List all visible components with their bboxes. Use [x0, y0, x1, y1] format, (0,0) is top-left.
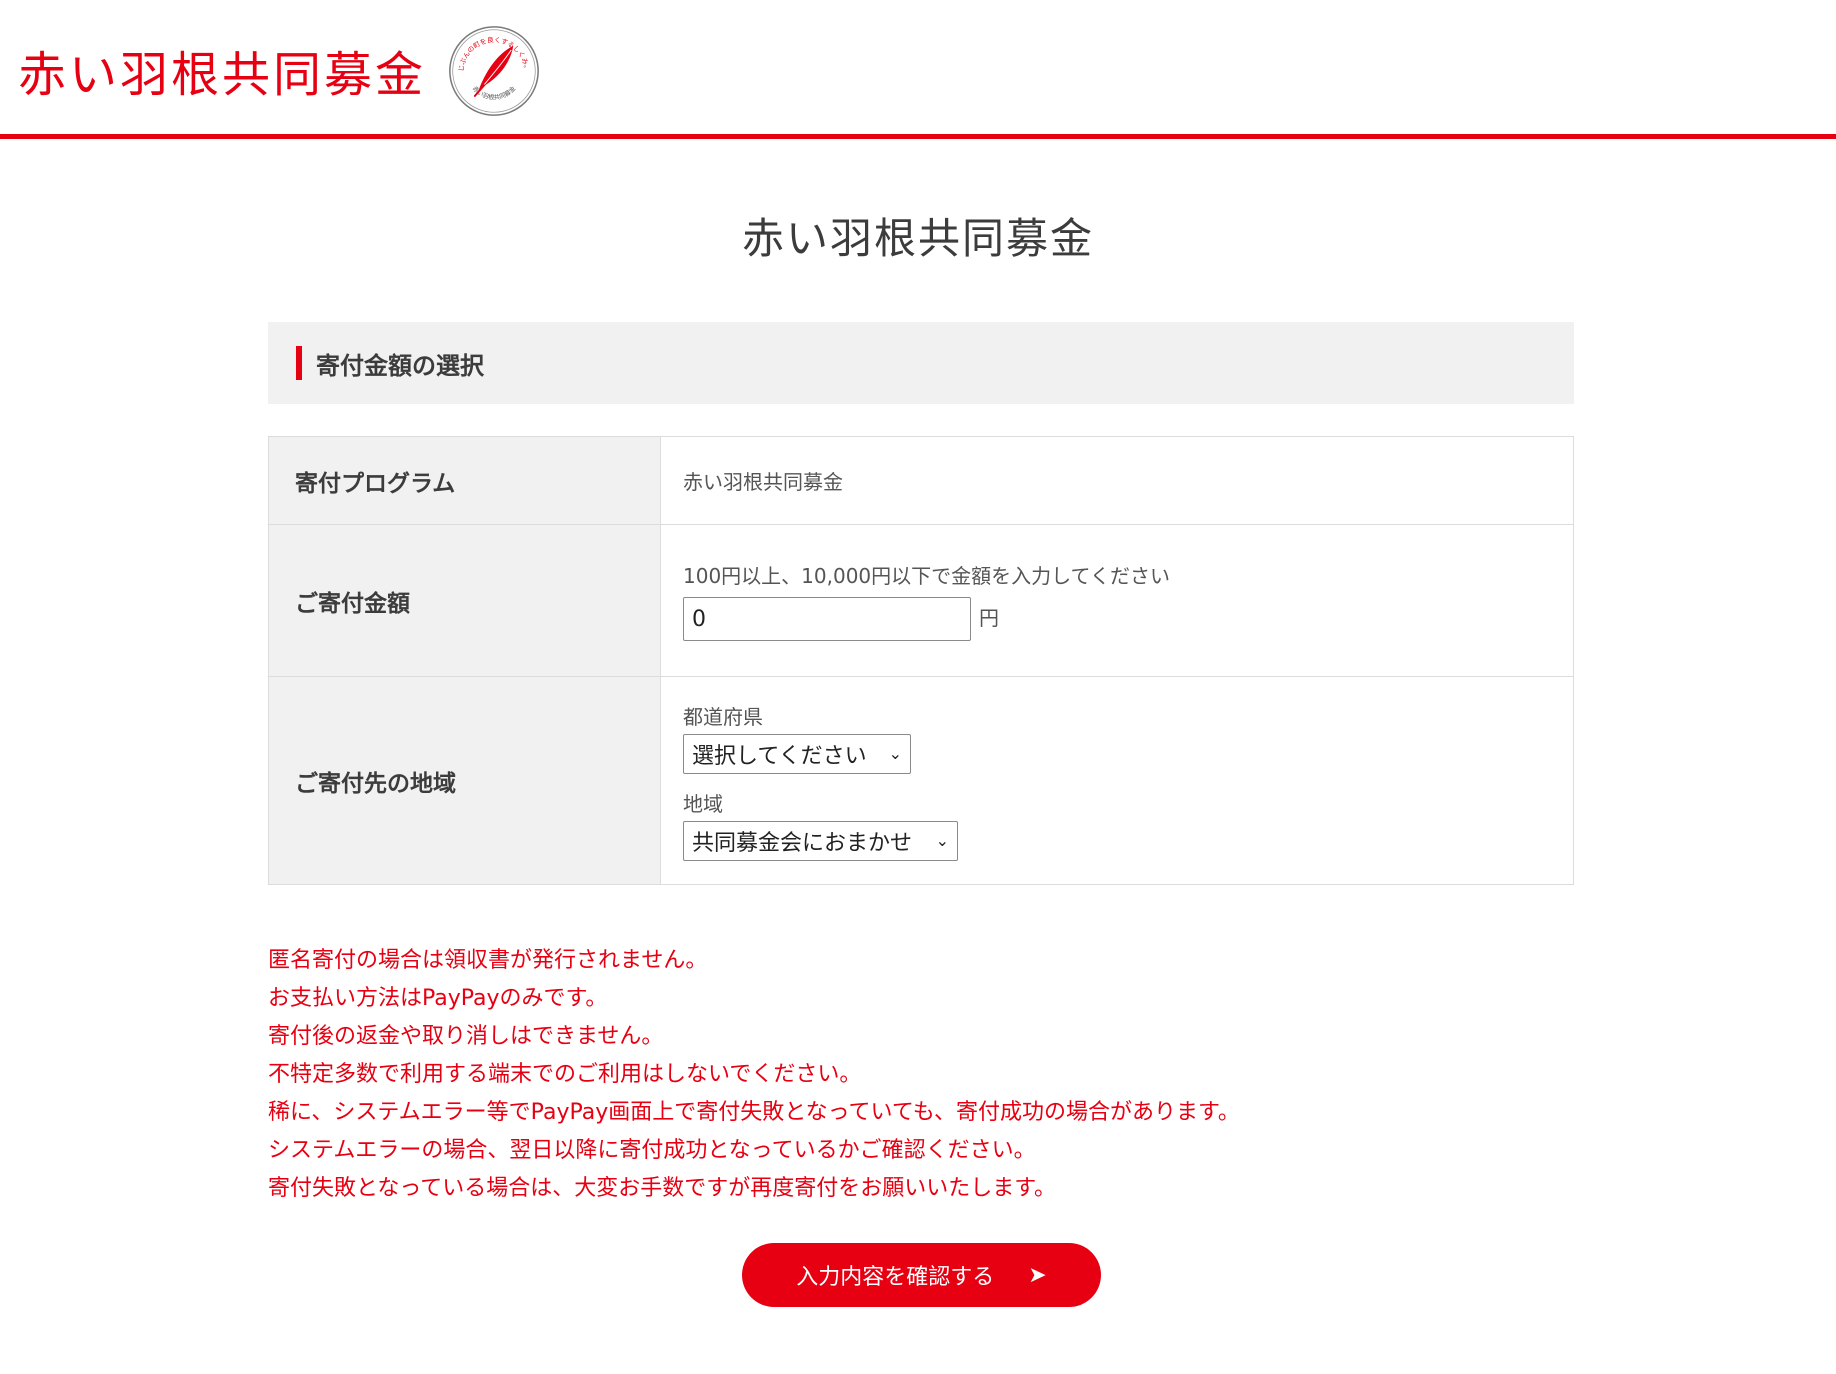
prefecture-label: 都道府県	[683, 704, 763, 729]
area-select[interactable]: 共同募金会におまかせ ⌄	[683, 820, 958, 861]
program-value-cell: 赤い羽根共同募金	[661, 437, 1573, 524]
amount-value-cell: 100円以上、10,000円以下で金額を入力してください 円	[661, 525, 1573, 676]
notice-item: 不特定多数で利用する端末でのご利用はしないでください。	[268, 1062, 862, 1087]
donation-form-table: 寄付プログラム 赤い羽根共同募金 ご寄付金額 100円以上、10,000円以下で…	[268, 436, 1574, 885]
confirm-input-button[interactable]: 入力内容を確認する ➤	[742, 1243, 1101, 1307]
amount-hint: 100円以上、10,000円以下で金額を入力してください	[683, 564, 1170, 588]
area-group: 地域 共同募金会におまかせ ⌄	[683, 788, 1573, 861]
amount-input[interactable]	[683, 597, 971, 641]
red-feather-seal-icon: じぶんの町を良くするしくみ。 赤い羽根共同募金	[449, 26, 539, 116]
prefecture-select[interactable]: 選択してください ⌄	[683, 733, 911, 774]
form-row-program: 寄付プログラム 赤い羽根共同募金	[269, 437, 1573, 525]
region-label: ご寄付先の地域	[269, 677, 661, 884]
program-label: 寄付プログラム	[269, 437, 661, 524]
area-label: 地域	[683, 791, 723, 816]
notice-item: お支払い方法はPayPayのみです。	[268, 986, 608, 1011]
notice-item: 稀に、システムエラー等でPayPay画面上で寄付失敗となっていても、寄付成功の場…	[268, 1100, 1240, 1125]
prefecture-select-value: 選択してください	[692, 743, 867, 769]
site-header: 赤い羽根共同募金 じぶんの町を良くするしくみ。 赤い羽根共同募金	[0, 0, 1836, 139]
prefecture-group: 都道府県 選択してください ⌄	[683, 701, 1573, 774]
notice-item: 匿名寄付の場合は領収書が発行されません。	[268, 948, 708, 973]
section-heading-label: 寄付金額の選択	[316, 351, 484, 380]
amount-unit: 円	[979, 605, 999, 630]
form-row-region: ご寄付先の地域 都道府県 選択してください ⌄ 地域 共同募金会におまかせ ⌄	[269, 677, 1573, 884]
confirm-button-label: 入力内容を確認する	[796, 1265, 995, 1290]
amount-label: ご寄付金額	[269, 525, 661, 676]
area-select-value: 共同募金会におまかせ	[692, 830, 913, 856]
brand-name: 赤い羽根共同募金	[18, 47, 427, 103]
brand-logo[interactable]: 赤い羽根共同募金 じぶんの町を良くするしくみ。 赤い羽根共同募金	[18, 26, 542, 120]
section-heading: 寄付金額の選択	[268, 322, 1574, 404]
notice-list: 匿名寄付の場合は領収書が発行されません。 お支払い方法はPayPayのみです。 …	[268, 942, 1574, 1208]
chevron-down-icon: ⌄	[935, 831, 949, 850]
chevron-down-icon: ⌄	[888, 744, 902, 763]
region-value-cell: 都道府県 選択してください ⌄ 地域 共同募金会におまかせ ⌄	[661, 677, 1573, 884]
section-accent-bar	[296, 346, 302, 380]
arrow-right-icon: ➤	[1028, 1262, 1047, 1288]
notice-item: システムエラーの場合、翌日以降に寄付成功となっているかご確認ください。	[268, 1138, 1036, 1163]
notice-item: 寄付後の返金や取り消しはできません。	[268, 1024, 664, 1049]
form-row-amount: ご寄付金額 100円以上、10,000円以下で金額を入力してください 円	[269, 525, 1573, 677]
page-title: 赤い羽根共同募金	[741, 214, 1094, 263]
amount-line: 円	[683, 597, 1573, 641]
notice-item: 寄付失敗となっている場合は、大変お手数ですが再度寄付をお願いいたします。	[268, 1176, 1057, 1201]
program-value: 赤い羽根共同募金	[683, 470, 843, 494]
